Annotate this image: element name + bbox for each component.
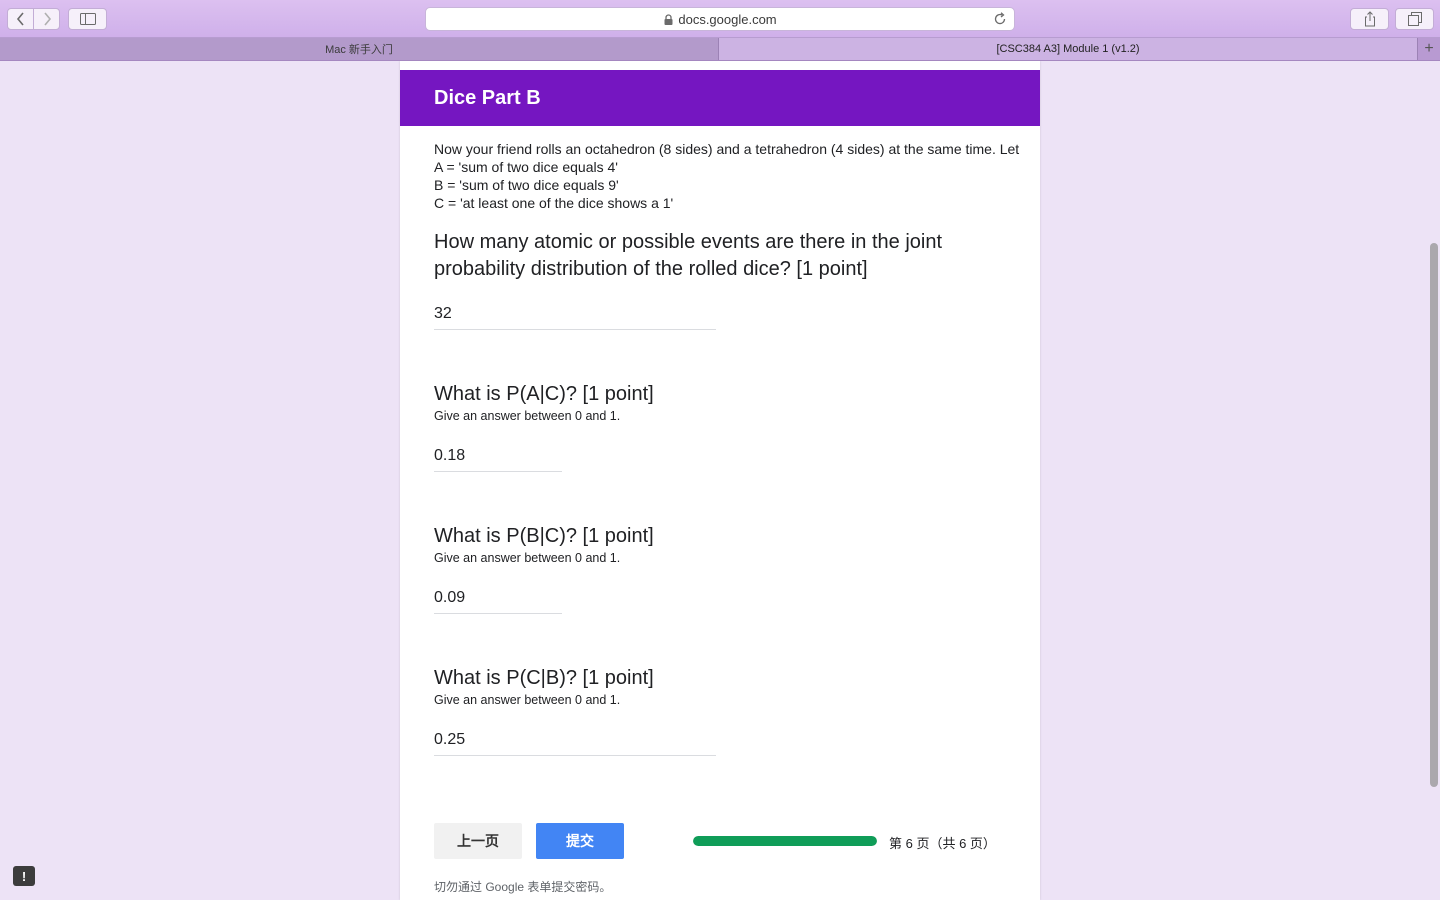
forward-button[interactable] <box>33 8 60 30</box>
intro-line: A = 'sum of two dice equals 4' <box>434 159 618 175</box>
answer-input-3[interactable]: 0.09 <box>434 589 562 614</box>
back-icon <box>16 12 24 26</box>
question-3: What is P(B|C)? [1 point] Give an answer… <box>434 523 1014 565</box>
answer-input-2[interactable]: 0.18 <box>434 447 562 472</box>
forward-icon <box>43 12 51 26</box>
question-1: How many atomic or possible events are t… <box>434 229 1014 283</box>
section-title: Dice Part B <box>400 70 1040 126</box>
show-tabs-button[interactable] <box>1395 8 1434 30</box>
tab-label: [CSC384 A3] Module 1 (v1.2) <box>996 43 1140 55</box>
question-help: Give an answer between 0 and 1. <box>434 693 621 707</box>
password-warning: 切勿通过 Google 表单提交密码。 <box>434 880 612 894</box>
share-icon <box>1364 11 1375 27</box>
tab-csc384[interactable]: [CSC384 A3] Module 1 (v1.2) <box>719 38 1417 60</box>
question-4: What is P(C|B)? [1 point] Give an answer… <box>434 665 1014 707</box>
form-card: Dice Part B Now your friend rolls an oct… <box>400 61 1040 900</box>
intro-line: C = 'at least one of the dice shows a 1' <box>434 195 674 211</box>
tabs-icon <box>1407 12 1422 26</box>
answer-input-4[interactable]: 0.25 <box>434 731 716 756</box>
tab-bar: Mac 新手入门 [CSC384 A3] Module 1 (v1.2) + <box>0 38 1440 61</box>
question-help: Give an answer between 0 and 1. <box>434 551 621 565</box>
share-button[interactable] <box>1350 8 1389 30</box>
tab-label: Mac 新手入门 <box>325 44 393 56</box>
feedback-icon[interactable]: ! <box>13 866 35 886</box>
question-2: What is P(A|C)? [1 point] Give an answer… <box>434 381 1014 423</box>
previous-page-button[interactable]: 上一页 <box>434 823 522 859</box>
page-scrollbar[interactable] <box>1430 243 1438 787</box>
question-help: Give an answer between 0 and 1. <box>434 409 621 423</box>
address-bar[interactable]: docs.google.com <box>425 7 1015 31</box>
plus-icon: + <box>1424 40 1434 57</box>
sidebar-icon <box>79 13 96 25</box>
intro-line: B = 'sum of two dice equals 9' <box>434 177 619 193</box>
url-text: docs.google.com <box>678 11 777 27</box>
answer-input-1[interactable]: 32 <box>434 305 716 330</box>
reload-icon[interactable] <box>992 11 1008 27</box>
browser-toolbar: docs.google.com <box>0 0 1440 38</box>
section-description: Now your friend rolls an octahedron (8 s… <box>434 140 1034 212</box>
question-title: What is P(C|B)? [1 point] <box>434 667 654 689</box>
progress-fill <box>693 836 877 846</box>
question-title: What is P(A|C)? [1 point] <box>434 383 654 405</box>
intro-line: Now your friend rolls an octahedron (8 s… <box>434 141 1020 157</box>
progress-label: 第 6 页（共 6 页） <box>889 836 996 851</box>
new-tab-button[interactable]: + <box>1417 38 1440 60</box>
back-button[interactable] <box>7 8 34 30</box>
sidebar-button[interactable] <box>68 8 107 30</box>
tab-mac-guide[interactable]: Mac 新手入门 <box>0 38 719 60</box>
question-title: How many atomic or possible events are t… <box>434 231 943 280</box>
page-content: Dice Part B Now your friend rolls an oct… <box>0 61 1440 900</box>
question-title: What is P(B|C)? [1 point] <box>434 525 654 547</box>
lock-icon <box>664 13 673 25</box>
progress-bar <box>693 836 877 846</box>
submit-button[interactable]: 提交 <box>536 823 624 859</box>
